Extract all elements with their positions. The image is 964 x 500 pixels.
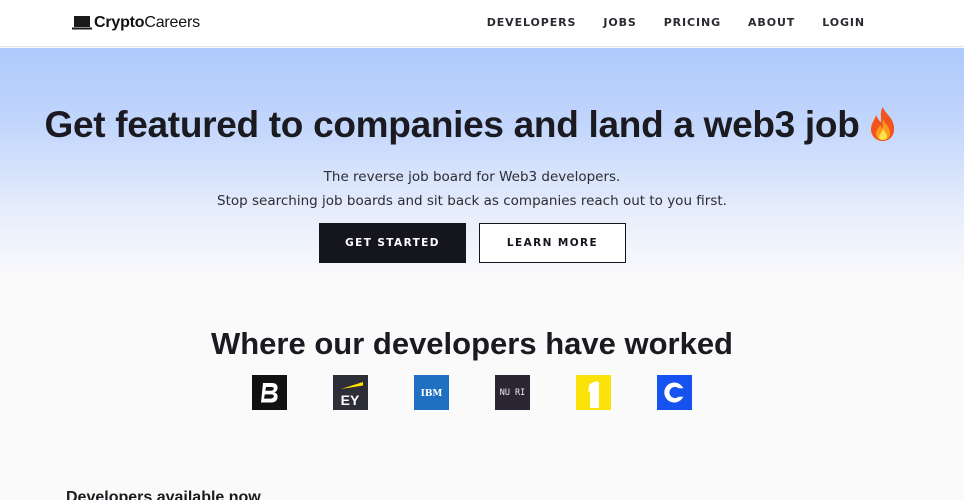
main-nav: DEVELOPERS JOBS PRICING ABOUT LOGIN xyxy=(460,16,865,29)
svg-text:IBM: IBM xyxy=(421,389,443,399)
developers-available-heading: Developers available now xyxy=(66,489,261,500)
nav-about[interactable]: ABOUT xyxy=(748,16,795,29)
company-logos-row: EY IBM NU RI xyxy=(252,375,692,410)
nav-login[interactable]: LOGIN xyxy=(822,16,865,29)
ibm-logo-icon: IBM xyxy=(414,375,449,410)
companies-section-title: Where our developers have worked xyxy=(210,326,733,361)
hero-title-text: Get featured to companies and land a web… xyxy=(44,104,860,145)
fire-icon xyxy=(870,107,894,141)
svg-text:NU RI: NU RI xyxy=(500,388,526,398)
one-logo-icon xyxy=(576,375,611,410)
brand-name: CryptoCareers xyxy=(94,14,200,31)
bitwise-b-logo-icon xyxy=(252,375,287,410)
coinbase-logo-icon xyxy=(657,375,692,410)
ey-logo-icon: EY xyxy=(333,375,368,410)
hero-title: Get featured to companies and land a web… xyxy=(0,104,944,146)
hero-tagline-secondary: Stop searching job boards and sit back a… xyxy=(217,193,727,209)
nav-jobs[interactable]: JOBS xyxy=(603,16,636,29)
nuri-logo-icon: NU RI xyxy=(495,375,530,410)
get-started-button[interactable]: GET STARTED xyxy=(319,223,466,263)
brand-logo[interactable]: CryptoCareers xyxy=(72,13,200,33)
nav-developers[interactable]: DEVELOPERS xyxy=(487,16,577,29)
nav-pricing[interactable]: PRICING xyxy=(664,16,721,29)
svg-text:EY: EY xyxy=(341,392,360,408)
learn-more-button[interactable]: LEARN MORE xyxy=(479,223,626,263)
hero-tagline-primary: The reverse job board for Web3 developer… xyxy=(323,169,621,185)
laptop-icon xyxy=(72,16,92,30)
top-navbar: CryptoCareers DEVELOPERS JOBS PRICING AB… xyxy=(0,0,964,47)
